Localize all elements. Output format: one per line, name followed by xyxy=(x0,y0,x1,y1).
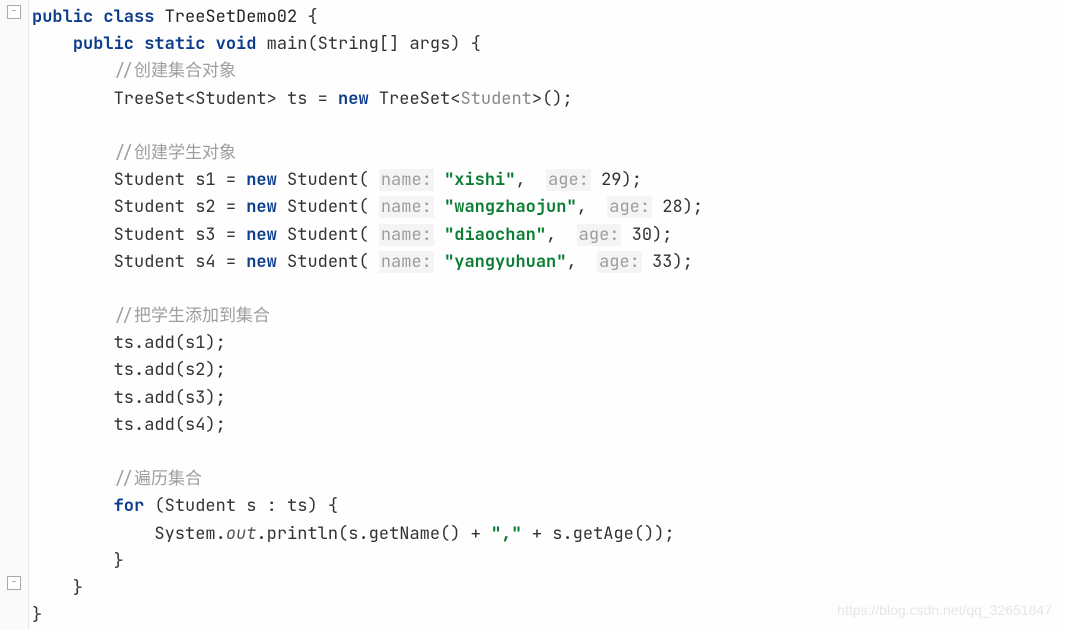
loop-coll: ts xyxy=(287,495,307,517)
comment-create-student: //创建学生对象 xyxy=(114,142,236,164)
val-age2: 28 xyxy=(662,196,682,218)
var-s1: s1 xyxy=(195,169,215,191)
method-main: main xyxy=(267,33,308,55)
type-s2: Student xyxy=(114,196,185,218)
comment-create-collection: //创建集合对象 xyxy=(114,60,236,82)
concat-str: "," xyxy=(491,523,522,545)
type-student: Student xyxy=(195,88,266,110)
keyword-static: static xyxy=(144,33,205,55)
hint-name4: name: xyxy=(379,251,434,273)
ctor-s2: Student xyxy=(287,196,358,218)
stmt-add-s4: ts.add(s4); xyxy=(114,414,226,436)
get-name: getName xyxy=(369,523,440,545)
val-name4: "yangyuhuan" xyxy=(444,251,566,273)
type-treeset2: TreeSet xyxy=(379,88,450,110)
var-s2: s2 xyxy=(195,196,215,218)
get-age: getAge xyxy=(573,523,634,545)
var-s4: s4 xyxy=(195,251,215,273)
val-age4: 33 xyxy=(652,251,672,273)
ctor-s1: Student xyxy=(287,169,358,191)
type-treeset: TreeSet xyxy=(114,88,185,110)
type-s4: Student xyxy=(114,251,185,273)
keyword-public2: public xyxy=(73,33,134,55)
val-age1: 29 xyxy=(601,169,621,191)
kw-new-s2: new xyxy=(246,196,277,218)
val-name2: "wangzhaojun" xyxy=(444,196,577,218)
param-type: String[] xyxy=(318,33,400,55)
val-age3: 30 xyxy=(632,224,652,246)
keyword-void: void xyxy=(216,33,257,55)
keyword-public: public xyxy=(32,6,93,28)
fold-icon-bottom[interactable]: − xyxy=(7,576,21,590)
kw-new-s1: new xyxy=(246,169,277,191)
keyword-new1: new xyxy=(338,88,369,110)
hint-age1: age: xyxy=(546,169,591,191)
hint-name3: name: xyxy=(379,224,434,246)
s-getage-recv: s xyxy=(552,523,562,545)
hint-age3: age: xyxy=(577,224,622,246)
ctor-s4: Student xyxy=(287,251,358,273)
keyword-class: class xyxy=(103,6,154,28)
ctor-s3: Student xyxy=(287,224,358,246)
keyword-for: for xyxy=(114,495,145,517)
stmt-add-s1: ts.add(s1); xyxy=(114,332,226,354)
kw-new-s4: new xyxy=(246,251,277,273)
println: println xyxy=(267,523,338,545)
editor-gutter: − − xyxy=(0,0,29,629)
hint-age4: age: xyxy=(597,251,642,273)
type-student2: Student xyxy=(460,88,531,110)
val-name3: "diaochan" xyxy=(444,224,546,246)
stmt-add-s3: ts.add(s3); xyxy=(114,387,226,409)
type-s3: Student xyxy=(114,224,185,246)
class-name: TreeSetDemo02 xyxy=(165,6,298,28)
comment-add: //把学生添加到集合 xyxy=(114,305,270,327)
out-field: out xyxy=(226,523,257,545)
type-s1: Student xyxy=(114,169,185,191)
param-name: args xyxy=(409,33,450,55)
kw-new-s3: new xyxy=(246,224,277,246)
loop-type: Student xyxy=(165,495,236,517)
watermark-text: https://blog.csdn.net/qq_32651847 xyxy=(837,599,1052,621)
hint-name1: name: xyxy=(379,169,434,191)
var-ts: ts xyxy=(287,88,307,110)
val-name1: "xishi" xyxy=(444,169,515,191)
system: System xyxy=(154,523,215,545)
var-s3: s3 xyxy=(195,224,215,246)
stmt-add-s2: ts.add(s2); xyxy=(114,359,226,381)
comment-iterate: //遍历集合 xyxy=(114,468,202,490)
fold-icon-top[interactable]: − xyxy=(7,5,21,19)
hint-name2: name: xyxy=(379,196,434,218)
hint-age2: age: xyxy=(607,196,652,218)
loop-var: s xyxy=(246,495,256,517)
code-editor[interactable]: public class TreeSetDemo02 { public stat… xyxy=(32,4,1066,629)
s-getname-recv: s xyxy=(348,523,358,545)
